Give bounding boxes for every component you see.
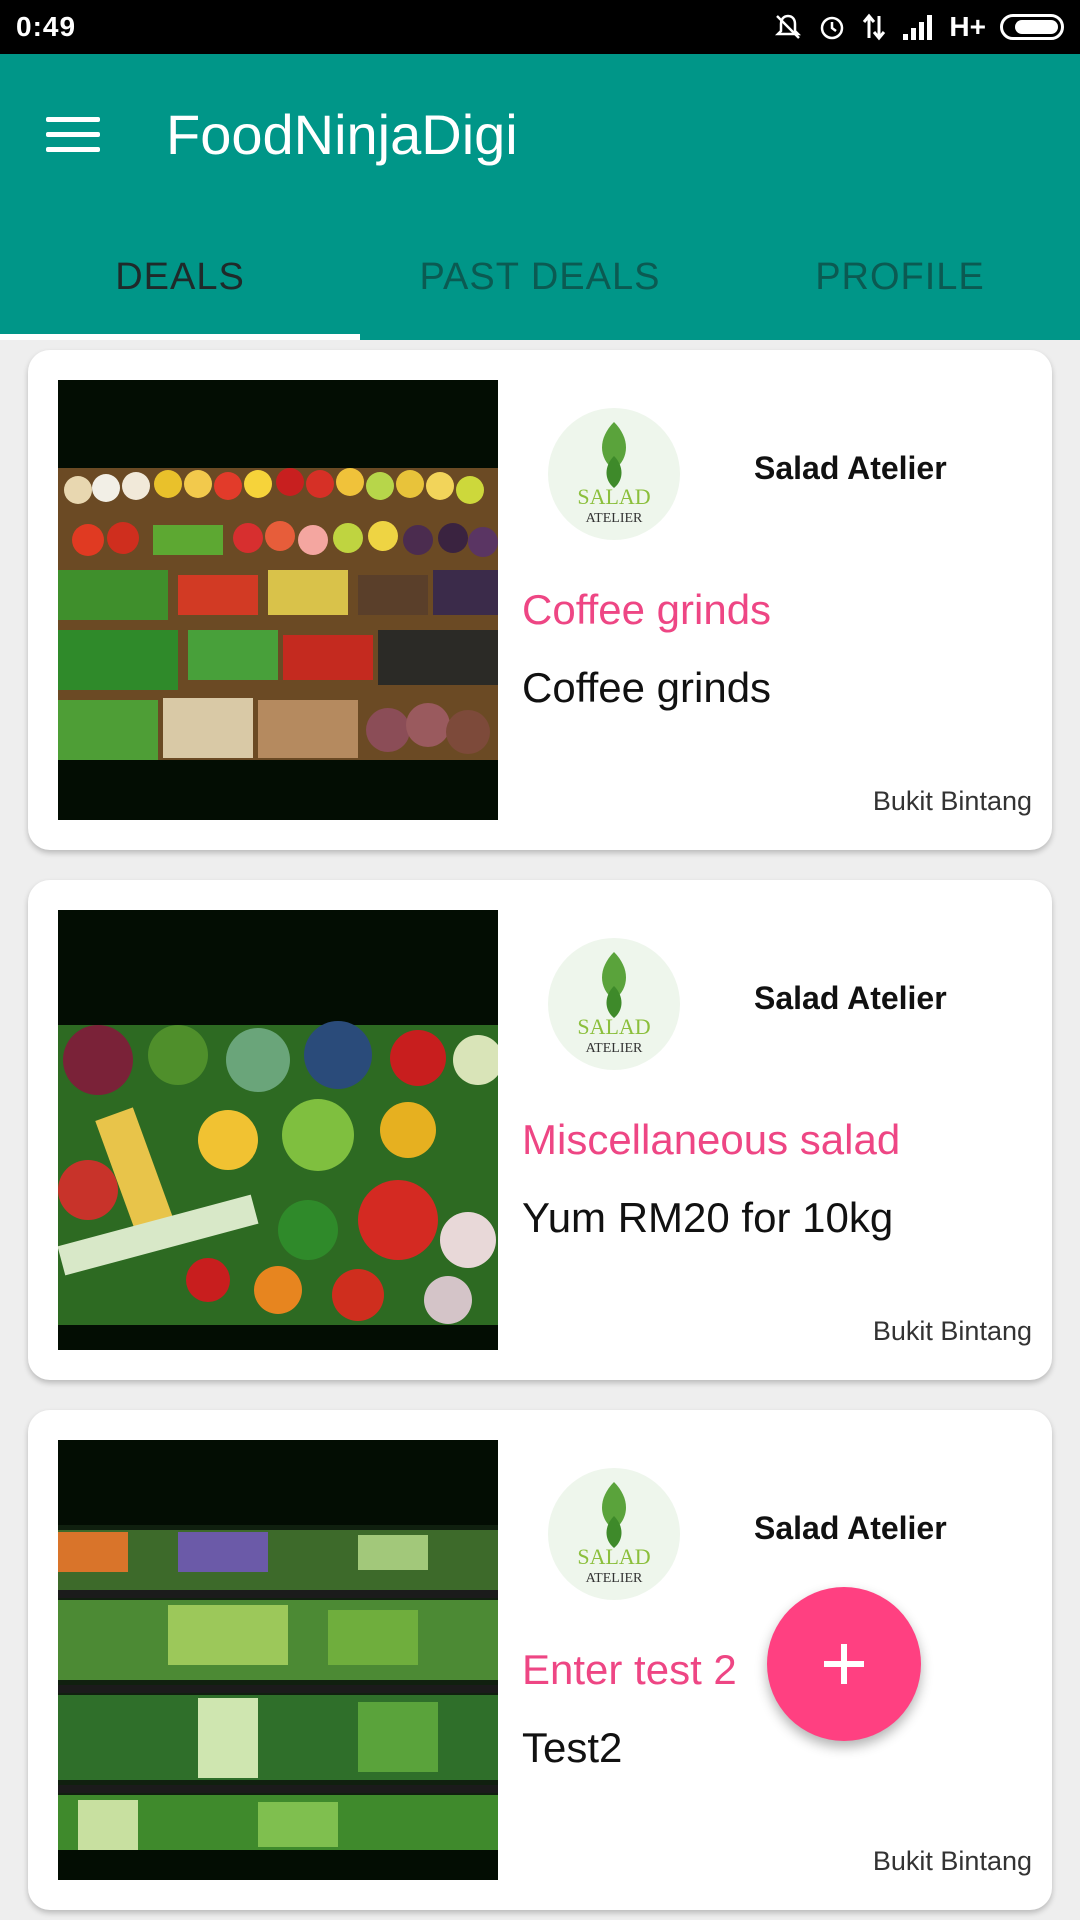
svg-text:SALAD: SALAD bbox=[577, 1014, 650, 1039]
status-time: 0:49 bbox=[16, 11, 77, 42]
vendor-name: Salad Atelier bbox=[754, 980, 947, 1016]
battery-level bbox=[1014, 20, 1058, 34]
status-icons: H+ bbox=[773, 11, 1064, 43]
svg-text:ATELIER: ATELIER bbox=[586, 1041, 643, 1056]
deal-title: Enter test 2 bbox=[522, 1646, 737, 1693]
vendor-logo: SALAD ATELIER bbox=[548, 408, 680, 540]
tab-profile[interactable]: PROFILE bbox=[720, 214, 1080, 340]
mute-icon bbox=[775, 14, 802, 39]
status-bar: 0:49 H+ bbox=[0, 0, 1080, 54]
data-arrows-icon bbox=[863, 13, 886, 41]
tab-past-deals[interactable]: PAST DEALS bbox=[360, 214, 720, 340]
plus-icon bbox=[824, 1644, 864, 1684]
add-deal-button[interactable] bbox=[767, 1587, 921, 1741]
deal-location: Bukit Bintang bbox=[872, 1846, 1032, 1876]
deal-location: Bukit Bintang bbox=[872, 1316, 1032, 1346]
alarm-icon bbox=[821, 16, 844, 40]
toolbar: FoodNinjaDigi bbox=[0, 54, 1080, 214]
vendor-logo: SALAD ATELIER bbox=[548, 1468, 680, 1600]
app-title: FoodNinjaDigi bbox=[166, 102, 518, 166]
deal-title: Coffee grinds bbox=[522, 586, 772, 633]
deal-image bbox=[58, 1440, 498, 1880]
vendor-name: Salad Atelier bbox=[754, 450, 947, 486]
svg-text:ATELIER: ATELIER bbox=[586, 1571, 643, 1586]
vendor-name: Salad Atelier bbox=[754, 1510, 947, 1546]
tab-deals[interactable]: DEALS bbox=[0, 214, 360, 340]
deal-card[interactable]: SALAD ATELIER Salad Atelier Coffee grind… bbox=[28, 350, 1052, 850]
deal-image bbox=[58, 910, 498, 1350]
deal-description: Coffee grinds bbox=[522, 664, 772, 711]
battery-icon bbox=[1000, 14, 1064, 40]
app-bar: FoodNinjaDigi DEALS PAST DEALS PROFILE bbox=[0, 54, 1080, 340]
hamburger-menu-icon[interactable] bbox=[46, 104, 106, 164]
svg-text:ATELIER: ATELIER bbox=[586, 511, 643, 526]
deal-description: Yum RM20 for 10kg bbox=[522, 1194, 894, 1241]
deal-card[interactable]: SALAD ATELIER Salad Atelier Miscellaneou… bbox=[28, 880, 1052, 1380]
signal-icon bbox=[903, 15, 933, 40]
tab-bar: DEALS PAST DEALS PROFILE bbox=[0, 214, 1080, 340]
svg-text:SALAD: SALAD bbox=[577, 484, 650, 509]
vendor-logo: SALAD ATELIER bbox=[548, 938, 680, 1070]
deal-location: Bukit Bintang bbox=[872, 786, 1032, 816]
deal-image bbox=[58, 380, 498, 820]
deal-title: Miscellaneous salad bbox=[522, 1116, 901, 1163]
svg-text:SALAD: SALAD bbox=[577, 1544, 650, 1569]
network-type: H+ bbox=[949, 11, 986, 42]
deal-description: Test2 bbox=[522, 1724, 623, 1771]
